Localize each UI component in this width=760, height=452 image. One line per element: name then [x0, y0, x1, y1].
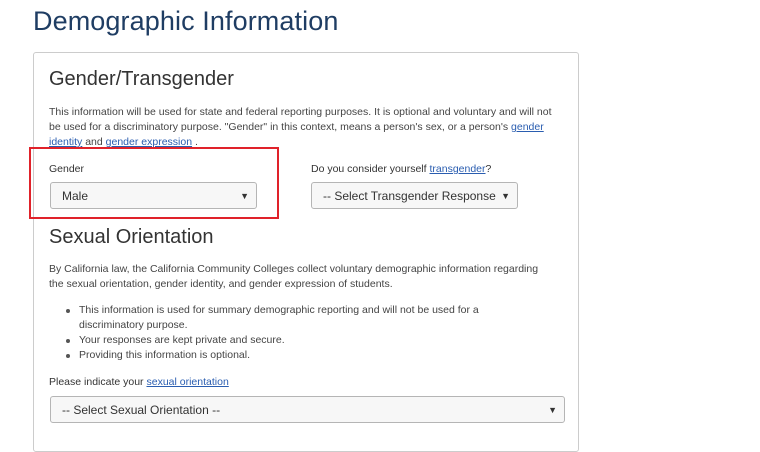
sexual-orientation-link[interactable]: sexual orientation: [146, 376, 228, 388]
transgender-label-suffix: ?: [485, 163, 492, 175]
gender-section-heading: Gender/Transgender: [49, 68, 234, 90]
list-item: Your responses are kept private and secu…: [63, 333, 533, 348]
sexual-orientation-bullet-list: This information is used for summary dem…: [63, 303, 533, 363]
caret-down-icon: ▼: [501, 190, 510, 201]
caret-down-icon: ▼: [240, 190, 249, 201]
caret-down-icon: ▼: [548, 404, 557, 415]
transgender-label: Do you consider yourself transgender?: [311, 163, 491, 175]
list-item: Providing this information is optional.: [63, 348, 533, 363]
page-title: Demographic Information: [33, 6, 339, 36]
gender-select-value: Male: [62, 188, 89, 203]
transgender-label-prefix: Do you consider yourself: [311, 163, 427, 175]
gender-intro-body: This information will be used for state …: [49, 106, 552, 133]
sexual-orientation-intro-text: By California law, the California Commun…: [49, 263, 539, 290]
transgender-select-value: -- Select Transgender Response: [323, 188, 496, 203]
gender-label: Gender: [49, 163, 85, 175]
sexual-orientation-select-value: -- Select Sexual Orientation --: [62, 402, 221, 417]
sexual-orientation-select[interactable]: -- Select Sexual Orientation -- ▼: [50, 396, 565, 423]
gender-select[interactable]: Male ▼: [50, 182, 257, 209]
transgender-link[interactable]: transgender: [429, 163, 485, 175]
sexual-orientation-label-prefix: Please indicate your: [49, 376, 144, 388]
list-item: This information is used for summary dem…: [63, 303, 533, 333]
sexual-orientation-label: Please indicate your sexual orientation: [49, 376, 229, 388]
gender-intro-text: This information will be used for state …: [49, 105, 564, 150]
transgender-select[interactable]: -- Select Transgender Response ▼: [311, 182, 518, 209]
sexual-orientation-heading: Sexual Orientation: [49, 226, 214, 248]
